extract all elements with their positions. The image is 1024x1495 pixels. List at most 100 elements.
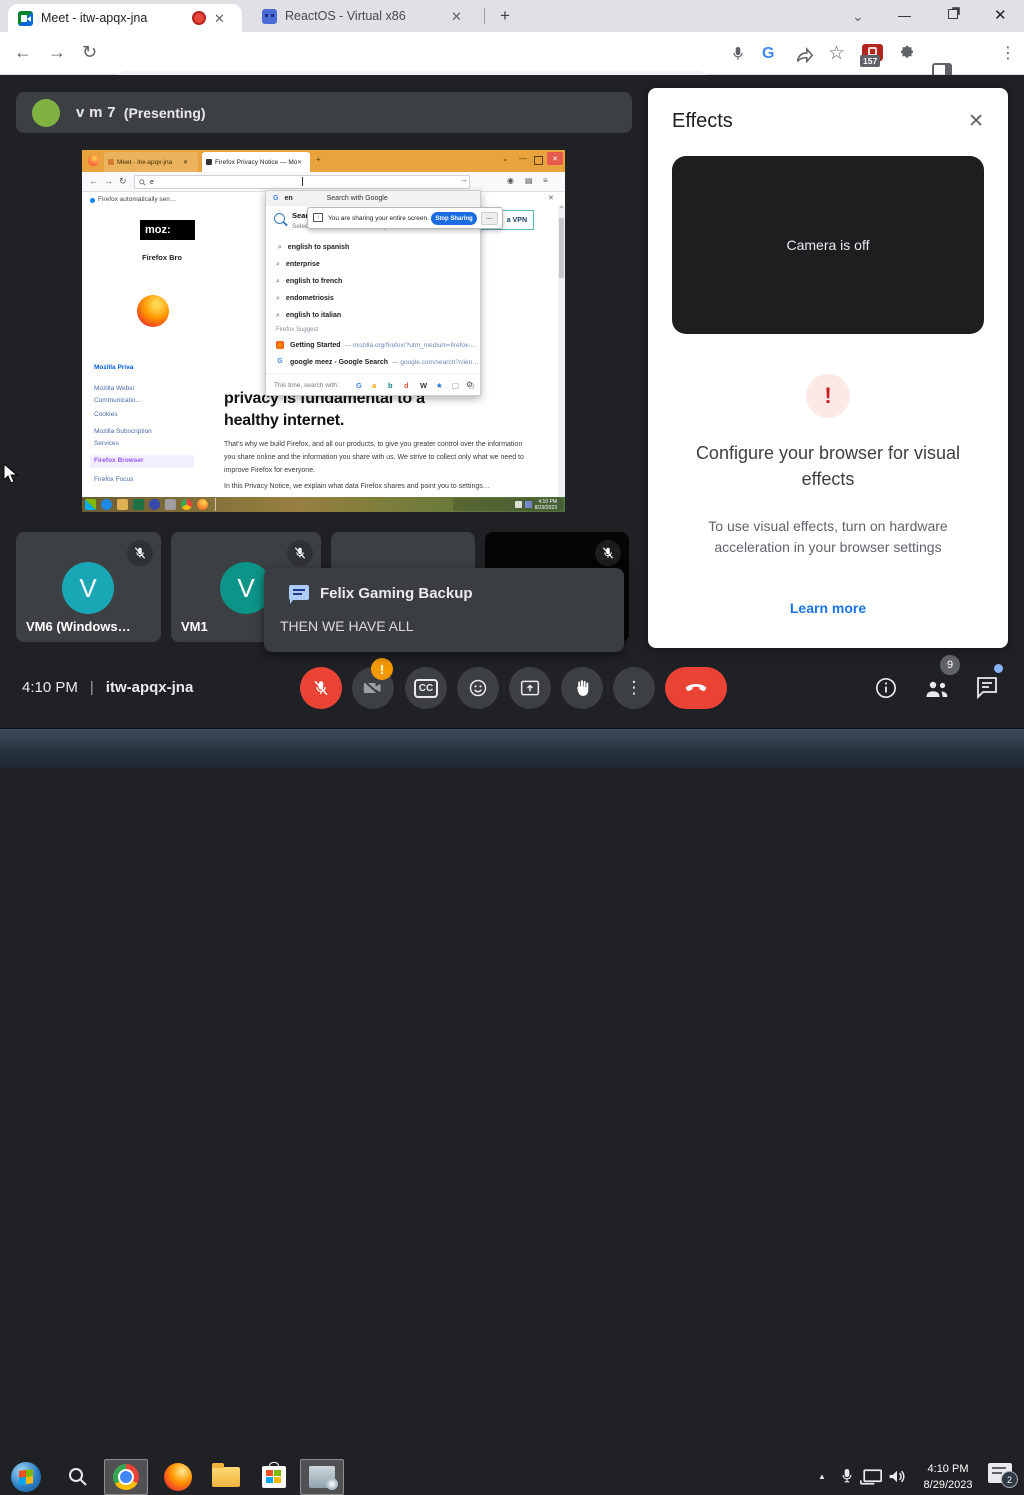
inner-folder-icon[interactable] <box>117 499 128 510</box>
taskbar-explorer-button[interactable] <box>204 1459 248 1495</box>
mic-button[interactable] <box>300 667 342 709</box>
extensions-puzzle-icon[interactable] <box>898 45 916 63</box>
captions-button[interactable]: CC <box>405 667 447 709</box>
window-close-button[interactable]: ✕ <box>994 6 1007 24</box>
sidebar-link[interactable]: Mozilla Subscription <box>94 428 152 435</box>
fx-scrollbar[interactable]: ^ <box>558 206 565 497</box>
bookmark-star-icon[interactable]: ☆ <box>828 42 845 65</box>
fx-new-tab-icon[interactable]: + <box>316 156 321 164</box>
scroll-up-icon[interactable]: ^ <box>558 206 565 212</box>
sidebar-link[interactable]: Cookies <box>94 411 117 418</box>
taskbar-store-button[interactable] <box>252 1459 296 1495</box>
participant-tile-vm6[interactable]: V VM6 (Windows… <box>16 532 161 642</box>
sidebar-link[interactable]: Mozilla Websi <box>94 385 134 392</box>
new-tab-button[interactable]: + <box>500 6 510 26</box>
suggestion-row[interactable]: ⌕ endometriosis <box>266 290 480 307</box>
window-minimize-button[interactable]: — <box>898 8 911 23</box>
fx-go-arrow-icon[interactable]: → <box>460 176 468 184</box>
engine-bing-icon[interactable]: b <box>388 381 393 390</box>
tab-close-icon[interactable]: ✕ <box>451 10 462 23</box>
tab-reactos[interactable]: ReactOS - Virtual x86 ✕ <box>250 0 480 32</box>
fx-notif-close-icon[interactable]: ✕ <box>548 194 554 202</box>
tray-network-icon[interactable] <box>860 1469 882 1485</box>
engine-duckduckgo-icon[interactable]: d <box>404 381 409 390</box>
inner-ie-icon[interactable] <box>101 499 112 510</box>
inner-tray-icon[interactable] <box>524 501 532 508</box>
inner-firefox-icon[interactable] <box>197 499 208 510</box>
end-call-button[interactable] <box>665 667 727 709</box>
window-restore-button[interactable] <box>948 9 958 19</box>
inner-app-icon[interactable] <box>149 499 160 510</box>
inner-chrome-icon[interactable] <box>181 499 192 510</box>
suggestion-row[interactable]: ⌕ english to italian <box>266 307 480 324</box>
fx-close-icon[interactable]: ✕ <box>547 152 563 165</box>
present-button[interactable] <box>509 667 551 709</box>
taskbar-installer-button[interactable] <box>300 1459 344 1495</box>
inner-app-icon[interactable] <box>165 499 176 510</box>
fx-shield-icon[interactable]: ◉ <box>507 177 514 185</box>
fx-tab-close-icon[interactable]: ✕ <box>183 159 188 166</box>
tab-close-icon[interactable]: ✕ <box>214 12 225 25</box>
share-icon[interactable] <box>795 46 814 63</box>
engine-bookmarks-icon[interactable]: ★ <box>436 381 443 390</box>
tray-clock[interactable]: 4:10 PM 8/29/2023 <box>908 1461 988 1493</box>
sidebar-link[interactable]: Services <box>94 440 119 447</box>
more-options-button[interactable]: ⋮ <box>613 667 655 709</box>
raise-hand-button[interactable] <box>561 667 603 709</box>
suggestion-row[interactable]: ⌕ enterprise <box>266 256 480 273</box>
sidebar-link[interactable]: Firefox Focus <box>94 476 133 483</box>
fx-minimize-icon[interactable]: — <box>519 155 527 163</box>
google-g-icon[interactable]: G <box>762 45 774 63</box>
engine-amazon-icon[interactable]: a <box>372 381 376 390</box>
engine-wikipedia-icon[interactable]: W <box>420 381 427 390</box>
reactions-button[interactable] <box>457 667 499 709</box>
sidebar-link[interactable]: Communicatio… <box>94 397 142 404</box>
fx-reload-icon[interactable]: ↻ <box>119 177 127 186</box>
tray-mic-icon[interactable] <box>840 1466 854 1486</box>
stop-sharing-button[interactable]: Stop Sharing <box>431 212 477 225</box>
taskbar-search-button[interactable] <box>56 1459 100 1495</box>
tray-notifications-icon[interactable]: 2 <box>988 1463 1018 1488</box>
effects-close-icon[interactable]: ✕ <box>968 110 984 133</box>
suggest-result-row[interactable]: G google meez - Google Search — google.co… <box>266 354 480 370</box>
fx-back-icon[interactable]: ← <box>89 177 98 186</box>
search-with-google-row[interactable]: G en Search with Google <box>266 191 480 206</box>
inner-tray-icon[interactable] <box>514 501 522 508</box>
scroll-thumb[interactable] <box>559 218 564 278</box>
learn-more-link[interactable]: Learn more <box>648 600 1008 616</box>
chat-button[interactable] <box>966 667 1008 709</box>
fx-tabs-chevron-icon[interactable]: ⌄ <box>502 155 509 163</box>
tray-expand-icon[interactable]: ▲ <box>818 1473 826 1481</box>
engine-google-icon[interactable]: G <box>356 381 362 390</box>
reload-icon[interactable]: ↻ <box>82 43 97 61</box>
suggestion-row[interactable]: ↻⌕english to spanish <box>266 239 480 256</box>
taskbar-firefox-button[interactable] <box>156 1459 200 1495</box>
start-button[interactable] <box>4 1459 48 1495</box>
fx-library-icon[interactable]: ▤ <box>525 177 533 185</box>
inner-excel-icon[interactable] <box>133 499 144 510</box>
fx-tab-close-icon[interactable]: ✕ <box>297 159 302 166</box>
browser-menu-icon[interactable]: ⋮ <box>1000 43 1016 63</box>
fx-tab-privacy[interactable]: Firefox Privacy Notice — Mozi ✕ <box>202 152 310 172</box>
fx-tab-meet[interactable]: Meet - itw-apqx-jna ✕ <box>104 152 198 172</box>
sidebar-link-active[interactable]: Firefox Browser <box>94 457 144 464</box>
window-chevron-icon[interactable]: ⌄ <box>852 9 864 23</box>
screen-recorder-extension-icon[interactable]: 157 <box>860 44 883 67</box>
forward-icon[interactable]: → <box>48 43 66 61</box>
fx-maximize-icon[interactable] <box>534 156 543 165</box>
hide-toast-button[interactable]: — <box>481 212 498 225</box>
tray-volume-icon[interactable] <box>888 1468 906 1485</box>
info-button[interactable] <box>865 667 907 709</box>
tab-meet[interactable]: Meet - itw-apqx-jna ✕ <box>8 4 242 32</box>
suggestion-row[interactable]: ⌕ english to french <box>266 273 480 290</box>
fx-menu-icon[interactable]: ≡ <box>543 177 548 185</box>
gear-icon[interactable]: ⚙ <box>466 380 473 389</box>
suggest-result-row[interactable]: Getting Started — mozilla.org/firefox/?ut… <box>266 337 480 353</box>
fx-forward-icon[interactable]: → <box>104 177 113 186</box>
engine-tabs-icon[interactable]: ▢ <box>452 381 459 390</box>
back-icon[interactable]: ← <box>14 43 32 61</box>
taskbar-chrome-button[interactable] <box>104 1459 148 1495</box>
inner-start-icon[interactable] <box>85 499 96 510</box>
sidebar-link[interactable]: Mozilla Priva <box>94 364 133 371</box>
voice-search-icon[interactable] <box>731 45 745 63</box>
